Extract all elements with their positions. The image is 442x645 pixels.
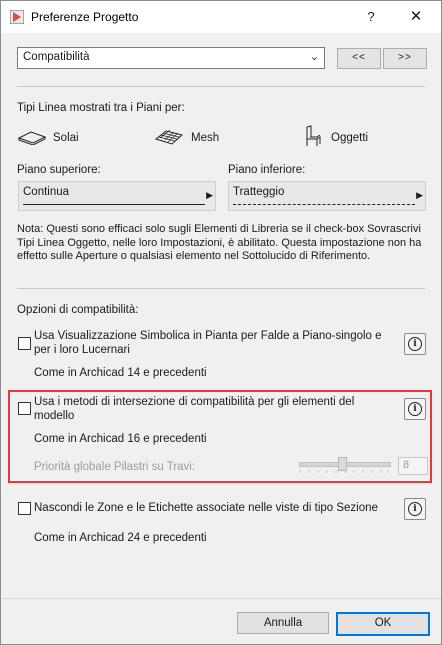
- title-bar: Preferenze Progetto ? ✕: [1, 1, 441, 33]
- slab-label: Solai: [53, 132, 79, 144]
- option1-label-line2[interactable]: per i loro Lucernari: [34, 344, 130, 356]
- compatibility-heading: Opzioni di compatibilità:: [17, 304, 139, 316]
- footer-divider: [1, 598, 441, 599]
- window-title: Preferenze Progetto: [31, 10, 139, 24]
- previous-panel-button[interactable]: <<: [337, 48, 381, 69]
- cancel-button[interactable]: Annulla: [237, 612, 329, 634]
- solid-line-preview: [23, 204, 205, 205]
- info-icon: i: [408, 337, 422, 351]
- chair-object-icon: [306, 125, 321, 146]
- panel-dropdown[interactable]: Compatibilità ⌄: [17, 47, 325, 69]
- option3-label[interactable]: Nascondi le Zone e le Etichette associat…: [34, 502, 378, 514]
- option3-subtext: Come in Archicad 24 e precedenti: [34, 532, 207, 544]
- close-button[interactable]: ✕: [401, 6, 431, 28]
- info-button[interactable]: i: [404, 333, 426, 355]
- divider: [17, 86, 425, 87]
- mesh-icon: [154, 129, 184, 145]
- hide-zones-checkbox[interactable]: [18, 502, 31, 515]
- dashed-line-preview: [233, 204, 415, 205]
- option2-label-line1[interactable]: Usa i metodi di intersezione di compatib…: [34, 396, 354, 408]
- note-text: Nota: Questi sono efficaci solo sugli El…: [17, 223, 422, 262]
- symbolic-roof-display-checkbox[interactable]: [18, 337, 31, 350]
- mesh-label: Mesh: [191, 132, 220, 144]
- lower-floor-label: Piano inferiore:: [228, 164, 306, 176]
- upper-floor-linetype-value: Continua: [23, 186, 70, 198]
- info-icon: i: [408, 502, 422, 516]
- next-panel-button[interactable]: >>: [383, 48, 427, 69]
- option1-label-line1[interactable]: Usa Visualizzazione Simbolica in Pianta …: [34, 330, 382, 342]
- info-button[interactable]: i: [404, 398, 426, 420]
- arrow-right-icon: ▶: [416, 190, 423, 200]
- lower-floor-linetype-popup[interactable]: Tratteggio ▶: [228, 181, 426, 211]
- panel-dropdown-value: Compatibilità: [23, 51, 90, 63]
- upper-floor-label: Piano superiore:: [17, 164, 101, 176]
- chevron-down-icon: ⌄: [309, 51, 319, 63]
- linetypes-heading: Tipi Linea mostrati tra i Piani per:: [17, 102, 185, 114]
- divider: [17, 288, 425, 289]
- option2-label-line2[interactable]: modello: [34, 410, 74, 422]
- arrow-right-icon: ▶: [206, 190, 213, 200]
- lower-floor-linetype-value: Tratteggio: [233, 186, 285, 198]
- object-label: Oggetti: [331, 132, 369, 144]
- option2-subtext: Come in Archicad 16 e precedenti: [34, 433, 207, 445]
- slider-ticks: [299, 470, 389, 473]
- slab-icon: [17, 131, 47, 145]
- intersection-methods-checkbox[interactable]: [18, 402, 31, 415]
- upper-floor-linetype-popup[interactable]: Continua ▶: [18, 181, 216, 211]
- info-button[interactable]: i: [404, 498, 426, 520]
- preferences-dialog: Preferenze Progetto ? ✕ Compatibilità ⌄ …: [0, 0, 442, 645]
- priority-value-field[interactable]: 8: [398, 457, 428, 475]
- info-icon: i: [408, 402, 422, 416]
- app-icon: [10, 10, 24, 24]
- ok-button[interactable]: OK: [336, 612, 430, 636]
- option1-subtext: Come in Archicad 14 e precedenti: [34, 367, 207, 379]
- help-button[interactable]: ?: [359, 7, 383, 27]
- column-beam-priority-label: Priorità globale Pilastri su Travi:: [34, 461, 196, 473]
- priority-slider-handle[interactable]: [338, 457, 347, 471]
- priority-value: 8: [403, 459, 410, 471]
